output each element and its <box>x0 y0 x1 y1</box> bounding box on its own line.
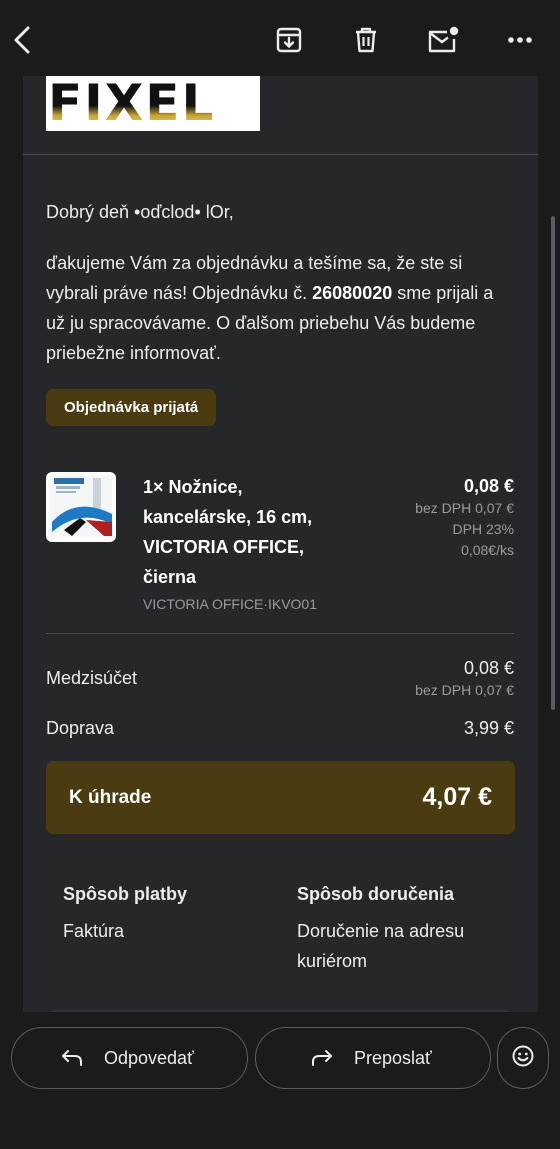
reply-label: Odpovedať <box>104 1047 194 1068</box>
subtotal-excl-vat: bez DPH 0,07 € <box>415 682 514 698</box>
order-number: 26080020 <box>312 283 393 303</box>
shipping-label: Doprava <box>46 718 115 738</box>
trash-icon[interactable] <box>348 22 384 58</box>
status-badge: Objednávka prijatá <box>46 389 217 426</box>
forward-icon <box>310 1046 334 1070</box>
payment-value: Faktúra <box>63 921 125 941</box>
subtotal-block: 0,08 € bez DPH 0,07 € <box>415 656 514 700</box>
payment-title: Spôsob platby <box>63 884 188 904</box>
fixel-logo: FIXEL <box>46 76 260 131</box>
logo-text: FIXEL <box>46 78 260 128</box>
delivery-title: Spôsob doručenia <box>297 884 455 904</box>
reply-button[interactable]: Odpovedať <box>11 1027 248 1089</box>
item-price-block: 0,08 € bez DPH 0,07 € DPH 23% 0,08€/ks <box>415 474 514 561</box>
reply-icon <box>60 1046 84 1070</box>
divider <box>46 633 514 634</box>
delivery-value: Doručenie na adresu kuriérom <box>297 921 465 971</box>
message-text: ďakujeme Vám za objednávku a tešíme sa, … <box>46 248 516 368</box>
forward-label: Preposlať <box>354 1047 432 1068</box>
shipping-block: 3,99 € <box>464 716 514 740</box>
item-price-excl-vat: bez DPH 0,07 € <box>415 500 514 516</box>
more-horizontal-icon[interactable] <box>502 22 538 58</box>
mail-unread-icon[interactable] <box>425 22 461 58</box>
shipping-value: 3,99 € <box>463 718 514 738</box>
total-box: K úhrade 4,07 € <box>46 761 515 834</box>
item-sku: VICTORIA OFFICE·IKVO01 <box>143 596 318 612</box>
divider <box>23 154 538 155</box>
total-label: K úhrade <box>69 787 152 808</box>
item-name[interactable]: 1× Nožnice, kancelárske, 16 cm, VICTORIA… <box>143 472 343 592</box>
total-value: 4,07 € <box>422 783 492 811</box>
email-body: FIXEL Dobrý deň •oďclod• lOr, ďakujeme V… <box>23 76 538 1036</box>
emoji-reaction-button[interactable] <box>497 1027 549 1089</box>
scrollbar[interactable] <box>551 216 555 710</box>
product-thumbnail[interactable] <box>46 472 116 542</box>
bottom-action-bar: Odpovedať Preposlať <box>0 1012 560 1149</box>
item-unit-price: 0,08€/ks <box>461 542 514 558</box>
item-price: 0,08 € <box>463 476 514 496</box>
subtotal-label: Medzisúčet <box>46 668 138 688</box>
emoji-icon <box>511 1044 535 1073</box>
archive-icon[interactable] <box>271 22 307 58</box>
greeting: Dobrý deň •oďclod• lOr, <box>46 202 234 222</box>
top-toolbar <box>0 0 560 76</box>
item-vat: DPH 23% <box>452 521 514 537</box>
subtotal-value: 0,08 € <box>463 658 514 678</box>
back-arrow-icon[interactable] <box>4 22 40 58</box>
forward-button[interactable]: Preposlať <box>255 1027 491 1089</box>
